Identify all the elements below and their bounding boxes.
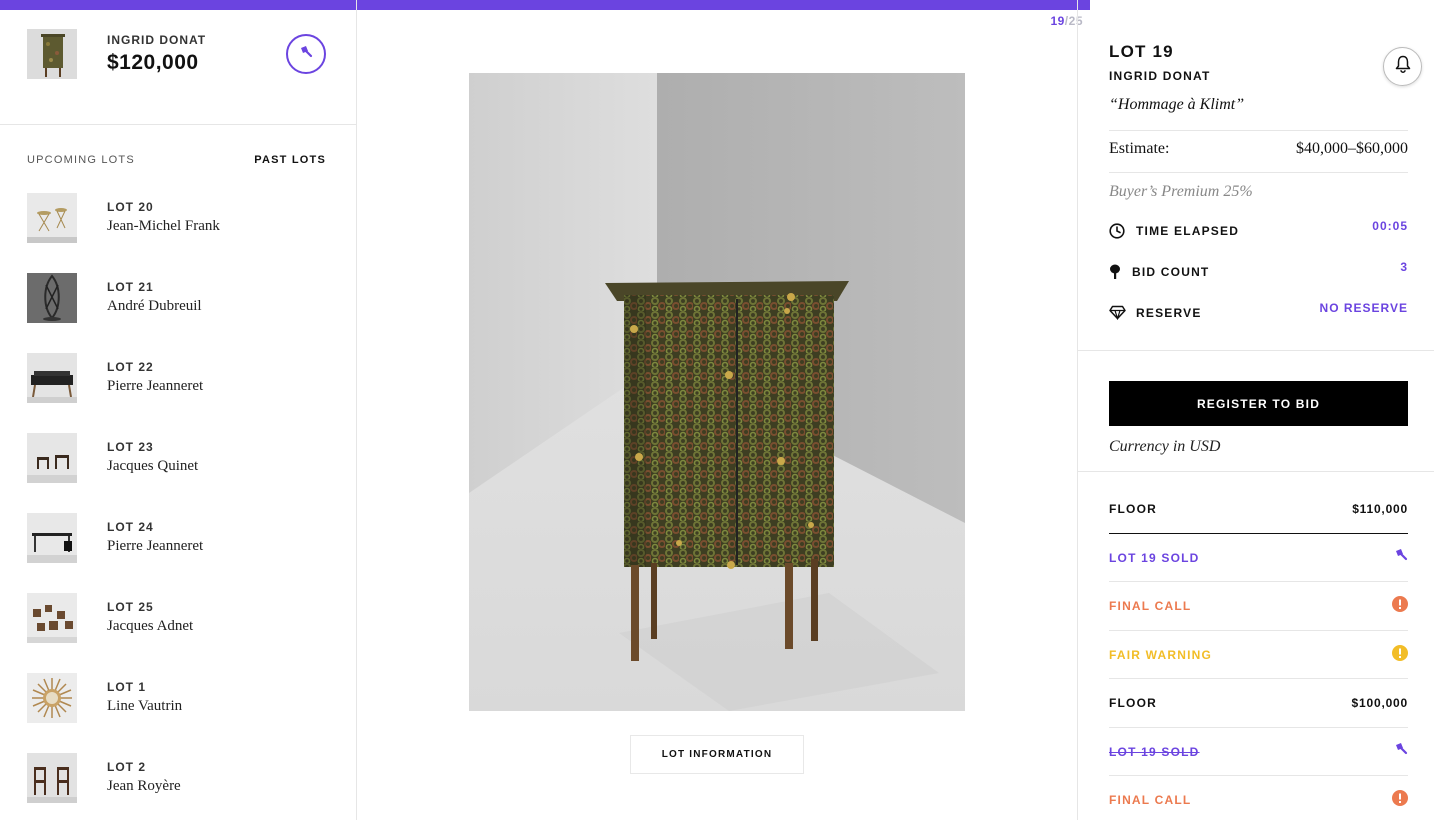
notify-button[interactable] [1383, 47, 1422, 86]
time-elapsed-label: TIME ELAPSED [1136, 224, 1240, 238]
feed-lot-sold: LOT 19 SOLD [1109, 534, 1408, 582]
clock-icon [1109, 223, 1125, 244]
feed-amount: $110,000 [1352, 502, 1408, 516]
lot-details-panel: LOT 19 INGRID DONAT “Hommage à Klimt” Es… [1077, 0, 1434, 820]
lot-artist: Jacques Adnet [107, 618, 194, 634]
time-elapsed-row: TIME ELAPSED 00:05 [1109, 219, 1408, 244]
lot-information-button[interactable]: LOT INFORMATION [630, 735, 804, 774]
list-item[interactable]: LOT 21 André Dubreuil [0, 273, 356, 353]
feed-label: LOT 19 SOLD [1109, 550, 1200, 565]
upcoming-lots-list: LOT 20 Jean-Michel Frank LOT 21 André Du… [0, 193, 356, 820]
bid-count-label: BID COUNT [1132, 265, 1210, 279]
lot-thumbnail [27, 433, 77, 483]
list-item[interactable]: LOT 22 Pierre Jeanneret [0, 353, 356, 433]
feed-fair-warning: FAIR WARNING [1109, 631, 1408, 679]
current-lot-artist: INGRID DONAT [107, 33, 207, 47]
tab-upcoming-lots[interactable]: UPCOMING LOTS [27, 154, 135, 166]
time-elapsed-value: 00:05 [1372, 219, 1408, 233]
lot-hero-image [469, 73, 965, 711]
feed-final-call: FINAL CALL [1109, 582, 1408, 631]
lot-number: LOT 21 [107, 280, 154, 294]
lots-tabs: UPCOMING LOTS PAST LOTS [27, 154, 326, 166]
estimate-value: $40,000–$60,000 [1296, 140, 1408, 157]
feed-label: FAIR WARNING [1109, 647, 1213, 662]
lots-sidebar: INGRID DONAT $120,000 UPCOMING LOTS PAST… [0, 0, 357, 820]
register-to-bid-button[interactable]: REGISTER TO BID [1109, 381, 1408, 426]
divider [1078, 350, 1434, 351]
list-item[interactable]: LOT 23 Jacques Quinet [0, 433, 356, 513]
gavel-icon [1394, 548, 1408, 566]
current-lot-thumbnail [27, 29, 77, 79]
lot-thumbnail [27, 353, 77, 403]
current-lot-price: $120,000 [107, 51, 199, 74]
reserve-value: NO RESERVE [1319, 301, 1408, 315]
list-item[interactable]: LOT 20 Jean-Michel Frank [0, 193, 356, 273]
lot-artist: André Dubreuil [107, 298, 202, 314]
lot-thumbnail [27, 753, 77, 803]
paddle-icon [1109, 264, 1123, 285]
alert-icon [1392, 644, 1408, 666]
lot-estimate: Estimate: $40,000–$60,000 [1109, 140, 1408, 173]
bell-icon [1395, 55, 1411, 78]
feed-label: FINAL CALL [1109, 599, 1192, 613]
list-item[interactable]: LOT 1 Line Vautrin [0, 673, 356, 753]
gavel-button[interactable] [286, 34, 326, 74]
estimate-label: Estimate: [1109, 140, 1170, 157]
tab-past-lots[interactable]: PAST LOTS [254, 154, 326, 166]
divider [1078, 471, 1434, 472]
gavel-icon [1394, 742, 1408, 760]
lot-artist: Line Vautrin [107, 698, 183, 714]
lot-number: LOT 20 [107, 200, 154, 214]
reserve-label: RESERVE [1136, 306, 1202, 320]
buyers-premium: Buyer’s Premium 25% [1109, 183, 1253, 200]
lot-number: LOT 19 [1109, 42, 1174, 61]
lot-artist: INGRID DONAT [1109, 69, 1211, 83]
feed-lot-sold-cancelled: LOT 19 SOLD [1109, 728, 1408, 776]
lot-number: LOT 1 [107, 680, 147, 694]
lot-thumbnail [27, 513, 77, 563]
alert-icon [1392, 790, 1408, 811]
diamond-icon [1109, 305, 1126, 325]
lot-thumbnail [27, 193, 77, 243]
lot-artist: Jean-Michel Frank [107, 218, 220, 234]
feed-label: FLOOR [1109, 696, 1157, 710]
lot-thumbnail [27, 273, 77, 323]
alert-icon [1392, 596, 1408, 617]
lot-number: LOT 22 [107, 360, 154, 374]
current-lot-summary: INGRID DONAT $120,000 [0, 0, 356, 125]
lot-number: LOT 23 [107, 440, 154, 454]
lot-thumbnail [27, 593, 77, 643]
feed-label: FLOOR [1109, 502, 1157, 516]
list-item[interactable]: LOT 25 Jacques Adnet [0, 593, 356, 673]
list-item[interactable]: LOT 24 Pierre Jeanneret [0, 513, 356, 593]
feed-label: LOT 19 SOLD [1109, 744, 1200, 759]
lot-image-stage: LOT INFORMATION [357, 0, 1077, 820]
feed-amount: $100,000 [1351, 696, 1408, 710]
lot-thumbnail [27, 673, 77, 723]
feed-floor-bid: FLOOR $100,000 [1109, 679, 1408, 728]
lot-artist: Pierre Jeanneret [107, 378, 204, 394]
feed-final-call: FINAL CALL [1109, 776, 1408, 820]
currency-note: Currency in USD [1109, 438, 1221, 455]
list-item[interactable]: LOT 2 Jean Royère [0, 753, 356, 820]
lot-number: LOT 25 [107, 600, 154, 614]
bid-count-row: BID COUNT 3 [1109, 260, 1408, 285]
bid-count-value: 3 [1400, 260, 1408, 274]
lot-artist: Jean Royère [107, 778, 181, 794]
feed-label: FINAL CALL [1109, 793, 1192, 807]
lot-title: “Hommage à Klimt” [1109, 96, 1408, 131]
bid-activity-feed: FLOOR $110,000 LOT 19 SOLD FINAL CALL FA… [1109, 485, 1408, 820]
lot-number: LOT 2 [107, 760, 147, 774]
feed-floor-bid: FLOOR $110,000 [1109, 485, 1408, 534]
lot-artist: Jacques Quinet [107, 458, 199, 474]
lot-number: LOT 24 [107, 520, 154, 534]
reserve-row: RESERVE NO RESERVE [1109, 301, 1408, 325]
gavel-icon [299, 45, 313, 63]
lot-artist: Pierre Jeanneret [107, 538, 204, 554]
